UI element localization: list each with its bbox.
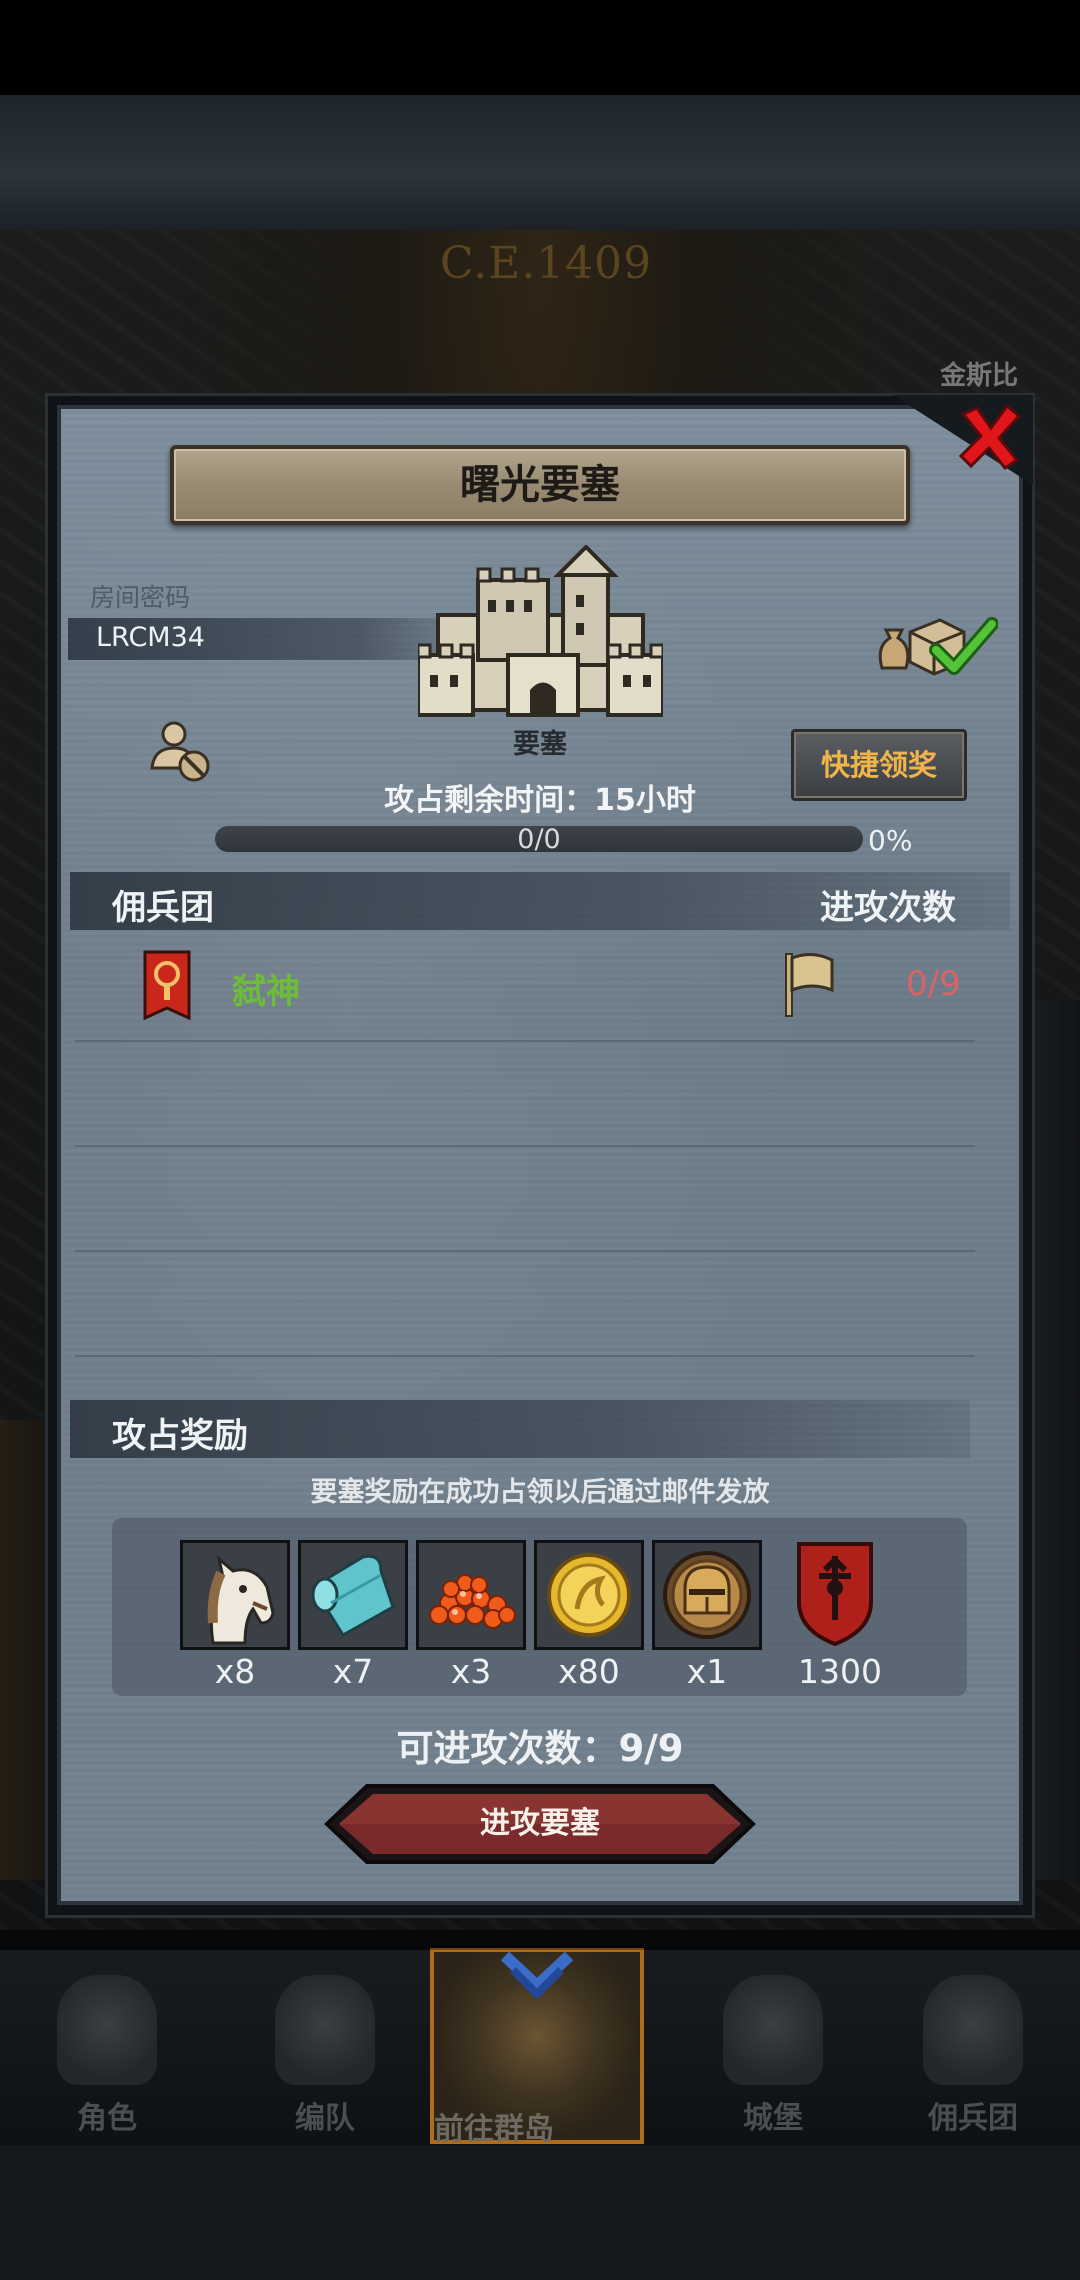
reward-item[interactable] bbox=[534, 1540, 644, 1650]
progress-text: 0/0 bbox=[517, 824, 561, 855]
top-header-bar bbox=[0, 95, 1080, 230]
nav-mercenary[interactable]: 佣兵团 bbox=[888, 1950, 1058, 2145]
character-icon bbox=[57, 1975, 157, 2085]
attack-count-header: 进攻次数 bbox=[820, 888, 956, 928]
reward-count: x1 bbox=[686, 1652, 728, 1691]
gold-coin-icon bbox=[537, 1543, 641, 1647]
reward-count: x7 bbox=[332, 1652, 374, 1691]
attempts-remaining: 可进攻次数：9/9 bbox=[396, 1727, 684, 1770]
dialog-title: 曙光要塞 bbox=[460, 462, 620, 508]
attack-fortress-button[interactable]: 进攻要塞 bbox=[323, 1782, 757, 1866]
close-icon[interactable] bbox=[953, 400, 1025, 472]
table-row bbox=[75, 1145, 975, 1252]
mercenary-icon bbox=[923, 1975, 1023, 2085]
nav-castle[interactable]: 城堡 bbox=[688, 1950, 858, 2145]
chevron-down-icon bbox=[500, 1951, 574, 1998]
nav-formation[interactable]: 编队 bbox=[240, 1950, 410, 2145]
table-row bbox=[75, 1040, 975, 1147]
status-bar-area bbox=[0, 0, 1080, 95]
table-row bbox=[75, 1250, 975, 1357]
cloth-roll-icon bbox=[301, 1543, 405, 1647]
quick-claim-label: 快捷领奖 bbox=[820, 748, 937, 782]
mercenary-name: 弑神 bbox=[232, 972, 300, 1012]
bottom-footer bbox=[0, 2145, 1080, 2280]
reward-count: x8 bbox=[214, 1652, 256, 1691]
guild-shield-icon bbox=[797, 1542, 873, 1646]
progress-percent: 0% bbox=[868, 824, 913, 857]
table-row bbox=[75, 935, 975, 1042]
reward-item[interactable] bbox=[180, 1540, 290, 1650]
room-password-value: LRCM34 bbox=[96, 622, 205, 653]
reward-item[interactable] bbox=[416, 1540, 526, 1650]
reward-count: x80 bbox=[558, 1652, 620, 1691]
user-block-icon[interactable] bbox=[148, 718, 216, 786]
nav-label: 城堡 bbox=[743, 2101, 803, 2136]
nav-character[interactable]: 角色 bbox=[22, 1950, 192, 2145]
horse-icon bbox=[183, 1543, 287, 1647]
orange-gems-icon bbox=[419, 1543, 523, 1647]
reward-item[interactable] bbox=[298, 1540, 408, 1650]
flag-icon bbox=[785, 953, 834, 1017]
room-password-label: 房间密码 bbox=[90, 583, 191, 612]
castle-icon bbox=[723, 1975, 823, 2085]
nav-label: 编队 bbox=[295, 2101, 355, 2136]
nav-label: 角色 bbox=[77, 2101, 137, 2136]
reward-header: 攻占奖励 bbox=[112, 1416, 248, 1456]
mercenary-attack-count: 0/9 bbox=[906, 964, 961, 1004]
nav-label: 前往群岛 bbox=[434, 2112, 554, 2147]
reward-note: 要塞奖励在成功占领以后通过邮件发放 bbox=[310, 1477, 770, 1508]
fortress-castle-icon bbox=[418, 545, 663, 717]
castle-label: 要塞 bbox=[513, 729, 567, 760]
reward-count: 1300 bbox=[798, 1652, 882, 1691]
reward-item[interactable] bbox=[652, 1540, 762, 1650]
guild-banner-icon bbox=[143, 950, 191, 1020]
mercenary-header: 佣兵团 bbox=[112, 888, 214, 928]
reward-count: x3 bbox=[450, 1652, 492, 1691]
occupation-time-remaining: 攻占剩余时间：15小时 bbox=[384, 783, 696, 818]
formation-icon bbox=[275, 1975, 375, 2085]
nav-label: 佣兵团 bbox=[928, 2101, 1018, 2136]
knight-helmet-medal-icon bbox=[655, 1543, 759, 1647]
loot-claimed-icon[interactable] bbox=[876, 610, 998, 680]
